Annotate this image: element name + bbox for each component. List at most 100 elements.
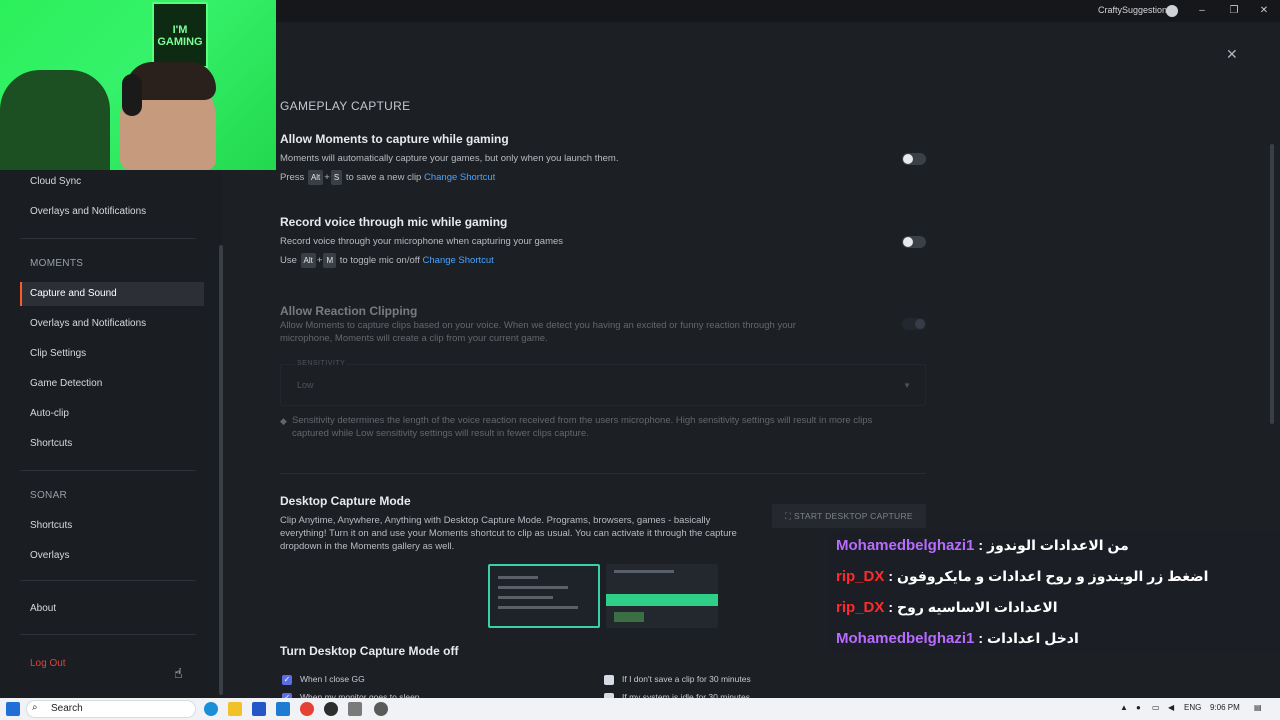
- checkbox-label: When I close GG: [300, 674, 365, 684]
- preview-band: [606, 594, 718, 606]
- sidebar-item-about[interactable]: About: [20, 597, 204, 621]
- sidebar-item-clip-settings[interactable]: Clip Settings: [20, 342, 204, 366]
- chat-message: rip_DX : اضغط زر الويندوز و روح اعدادات …: [830, 561, 1280, 592]
- use-label: Use: [280, 255, 297, 266]
- volume-icon[interactable]: ◀: [1168, 703, 1174, 712]
- key-alt: Alt: [307, 170, 324, 185]
- outlook-icon[interactable]: [276, 702, 290, 716]
- turn-off-title: Turn Desktop Capture Mode off: [280, 644, 459, 658]
- desktop-capture-desc-2: everything! Turn it on and use your Mome…: [280, 528, 737, 539]
- username-label[interactable]: CraftySuggestion2: [1098, 5, 1172, 15]
- close-window-button[interactable]: ✕: [1256, 3, 1272, 19]
- language-indicator[interactable]: ENG: [1184, 703, 1201, 712]
- key-s: S: [330, 170, 343, 185]
- avatar[interactable]: [1166, 5, 1178, 17]
- sensitivity-select[interactable]: SENSITIVITY Low ▼: [280, 360, 926, 406]
- chat-message: Mohamedbelghazi1 : ادخل اعدادات: [830, 623, 1280, 654]
- chat-separator: :: [978, 630, 984, 646]
- reaction-clipping-toggle[interactable]: [902, 318, 926, 330]
- plus-label: +: [316, 255, 323, 266]
- clock[interactable]: 9:06 PM: [1210, 703, 1240, 712]
- preview-block: [614, 612, 644, 622]
- key-m: M: [323, 253, 337, 268]
- preview-line: [498, 586, 568, 589]
- chat-message: Mohamedbelghazi1 : من الاعدادات الوندوز: [830, 530, 1280, 561]
- allow-moments-title: Allow Moments to capture while gaming: [280, 132, 509, 146]
- chat-text: الاعدادات الاساسيه روح: [897, 598, 1058, 615]
- check-icon[interactable]: ✓: [282, 674, 292, 685]
- sidebar-item-moments-shortcuts[interactable]: Shortcuts: [20, 432, 204, 456]
- fullscreen-icon: ⛶: [785, 511, 795, 521]
- sidebar-scrollbar[interactable]: [219, 245, 223, 695]
- desktop-capture-desc-1: Clip Anytime, Anywhere, Anything with De…: [280, 515, 711, 526]
- sidebar-divider: [20, 634, 196, 635]
- start-desktop-capture-label: START DESKTOP CAPTURE: [794, 511, 913, 521]
- tray-chevron-icon[interactable]: ▲: [1120, 703, 1128, 712]
- sidebar-item-sonar-shortcuts[interactable]: Shortcuts: [20, 514, 204, 538]
- windows-start-icon[interactable]: [6, 702, 20, 716]
- restore-button[interactable]: ❐: [1226, 3, 1242, 19]
- section-divider: [280, 473, 926, 474]
- chat-separator: :: [888, 599, 894, 615]
- network-icon[interactable]: ▭: [1152, 703, 1160, 712]
- sensitivity-note-1: Sensitivity determines the length of the…: [292, 415, 873, 426]
- chevron-down-icon: ▼: [903, 381, 911, 390]
- neon-sign: I'M GAMING: [152, 2, 208, 68]
- sidebar-divider: [20, 580, 196, 581]
- allow-moments-toggle[interactable]: [902, 153, 926, 165]
- allow-moments-shortcut: Press Alt + S to save a new clip Change Sh…: [280, 170, 495, 185]
- taskbar-search-input[interactable]: Search: [26, 700, 196, 718]
- stream-chat-overlay: Mohamedbelghazi1 : من الاعدادات الوندوز …: [830, 530, 1280, 654]
- chrome-icon[interactable]: [300, 702, 314, 716]
- edge-icon[interactable]: [204, 702, 218, 716]
- minimize-button[interactable]: –: [1194, 3, 1210, 19]
- record-voice-toggle[interactable]: [902, 236, 926, 248]
- mouse-cursor-icon: ☝: [174, 665, 183, 681]
- sidebar-item-cloud-sync[interactable]: Cloud Sync: [20, 170, 204, 194]
- neon-sign-text: I'M GAMING: [157, 24, 203, 48]
- sidebar-item-game-detection[interactable]: Game Detection: [20, 372, 204, 396]
- sidebar-item-sonar-overlays[interactable]: Overlays: [20, 544, 204, 568]
- chat-username: rip_DX: [836, 598, 885, 616]
- change-shortcut-link[interactable]: Change Shortcut: [423, 255, 494, 266]
- headphones: [122, 74, 142, 116]
- preview-line: [498, 576, 538, 579]
- microphone-icon[interactable]: ●: [1136, 703, 1141, 712]
- allow-moments-desc: Moments will automatically capture your …: [280, 153, 619, 164]
- app-icon[interactable]: [348, 702, 362, 716]
- reaction-clipping-title: Allow Reaction Clipping: [280, 304, 418, 318]
- desktop-capture-title: Desktop Capture Mode: [280, 494, 411, 508]
- reaction-clipping-desc-2: microphone, Moments will create a clip f…: [280, 333, 548, 344]
- checkbox-no-clip-30[interactable]: If I don't save a clip for 30 minutes: [604, 674, 751, 685]
- chat-username: rip_DX: [836, 567, 885, 585]
- chat-text: اضغط زر الويندوز و روح اعدادات و مايكروف…: [897, 567, 1209, 584]
- sidebar-item-capture-and-sound[interactable]: Capture and Sound: [20, 282, 204, 306]
- record-voice-shortcut: Use Alt + M to toggle mic on/off Change Sh…: [280, 253, 494, 268]
- checkbox-close-gg[interactable]: ✓ When I close GG: [282, 674, 365, 685]
- sensitivity-value: Low: [297, 380, 314, 390]
- desktop-capture-preview-1: [488, 564, 600, 628]
- sidebar-divider: [20, 238, 196, 239]
- store-icon[interactable]: [252, 702, 266, 716]
- close-panel-icon[interactable]: ✕: [1226, 46, 1238, 63]
- main-scrollbar[interactable]: [1270, 144, 1274, 424]
- file-explorer-icon[interactable]: [228, 702, 242, 716]
- sidebar-item-overlays-notifications[interactable]: Overlays and Notifications: [20, 200, 204, 224]
- preview-line: [498, 606, 578, 609]
- start-desktop-capture-button[interactable]: ⛶ START DESKTOP CAPTURE: [772, 504, 926, 528]
- chat-username: Mohamedbelghazi1: [836, 536, 975, 554]
- notifications-icon[interactable]: ▤: [1254, 703, 1262, 712]
- steelseries-gg-icon[interactable]: [374, 702, 388, 716]
- key-alt: Alt: [300, 253, 316, 268]
- preview-line: [614, 570, 674, 573]
- desktop-capture-desc-3: dropdown in the Moments gallery as well.: [280, 541, 455, 552]
- sidebar-item-auto-clip[interactable]: Auto-clip: [20, 402, 204, 426]
- chat-text: ادخل اعدادات: [987, 629, 1079, 646]
- chat-separator: :: [888, 568, 894, 584]
- checkbox-box[interactable]: [604, 674, 614, 685]
- app-icon[interactable]: [324, 702, 338, 716]
- chat-username: Mohamedbelghazi1: [836, 629, 975, 647]
- taskbar: Search ⌕ ▲ ● ▭ ◀ ENG 9:06 PM ▤: [0, 698, 1280, 720]
- sidebar-item-moments-overlays[interactable]: Overlays and Notifications: [20, 312, 204, 336]
- change-shortcut-link[interactable]: Change Shortcut: [424, 172, 495, 183]
